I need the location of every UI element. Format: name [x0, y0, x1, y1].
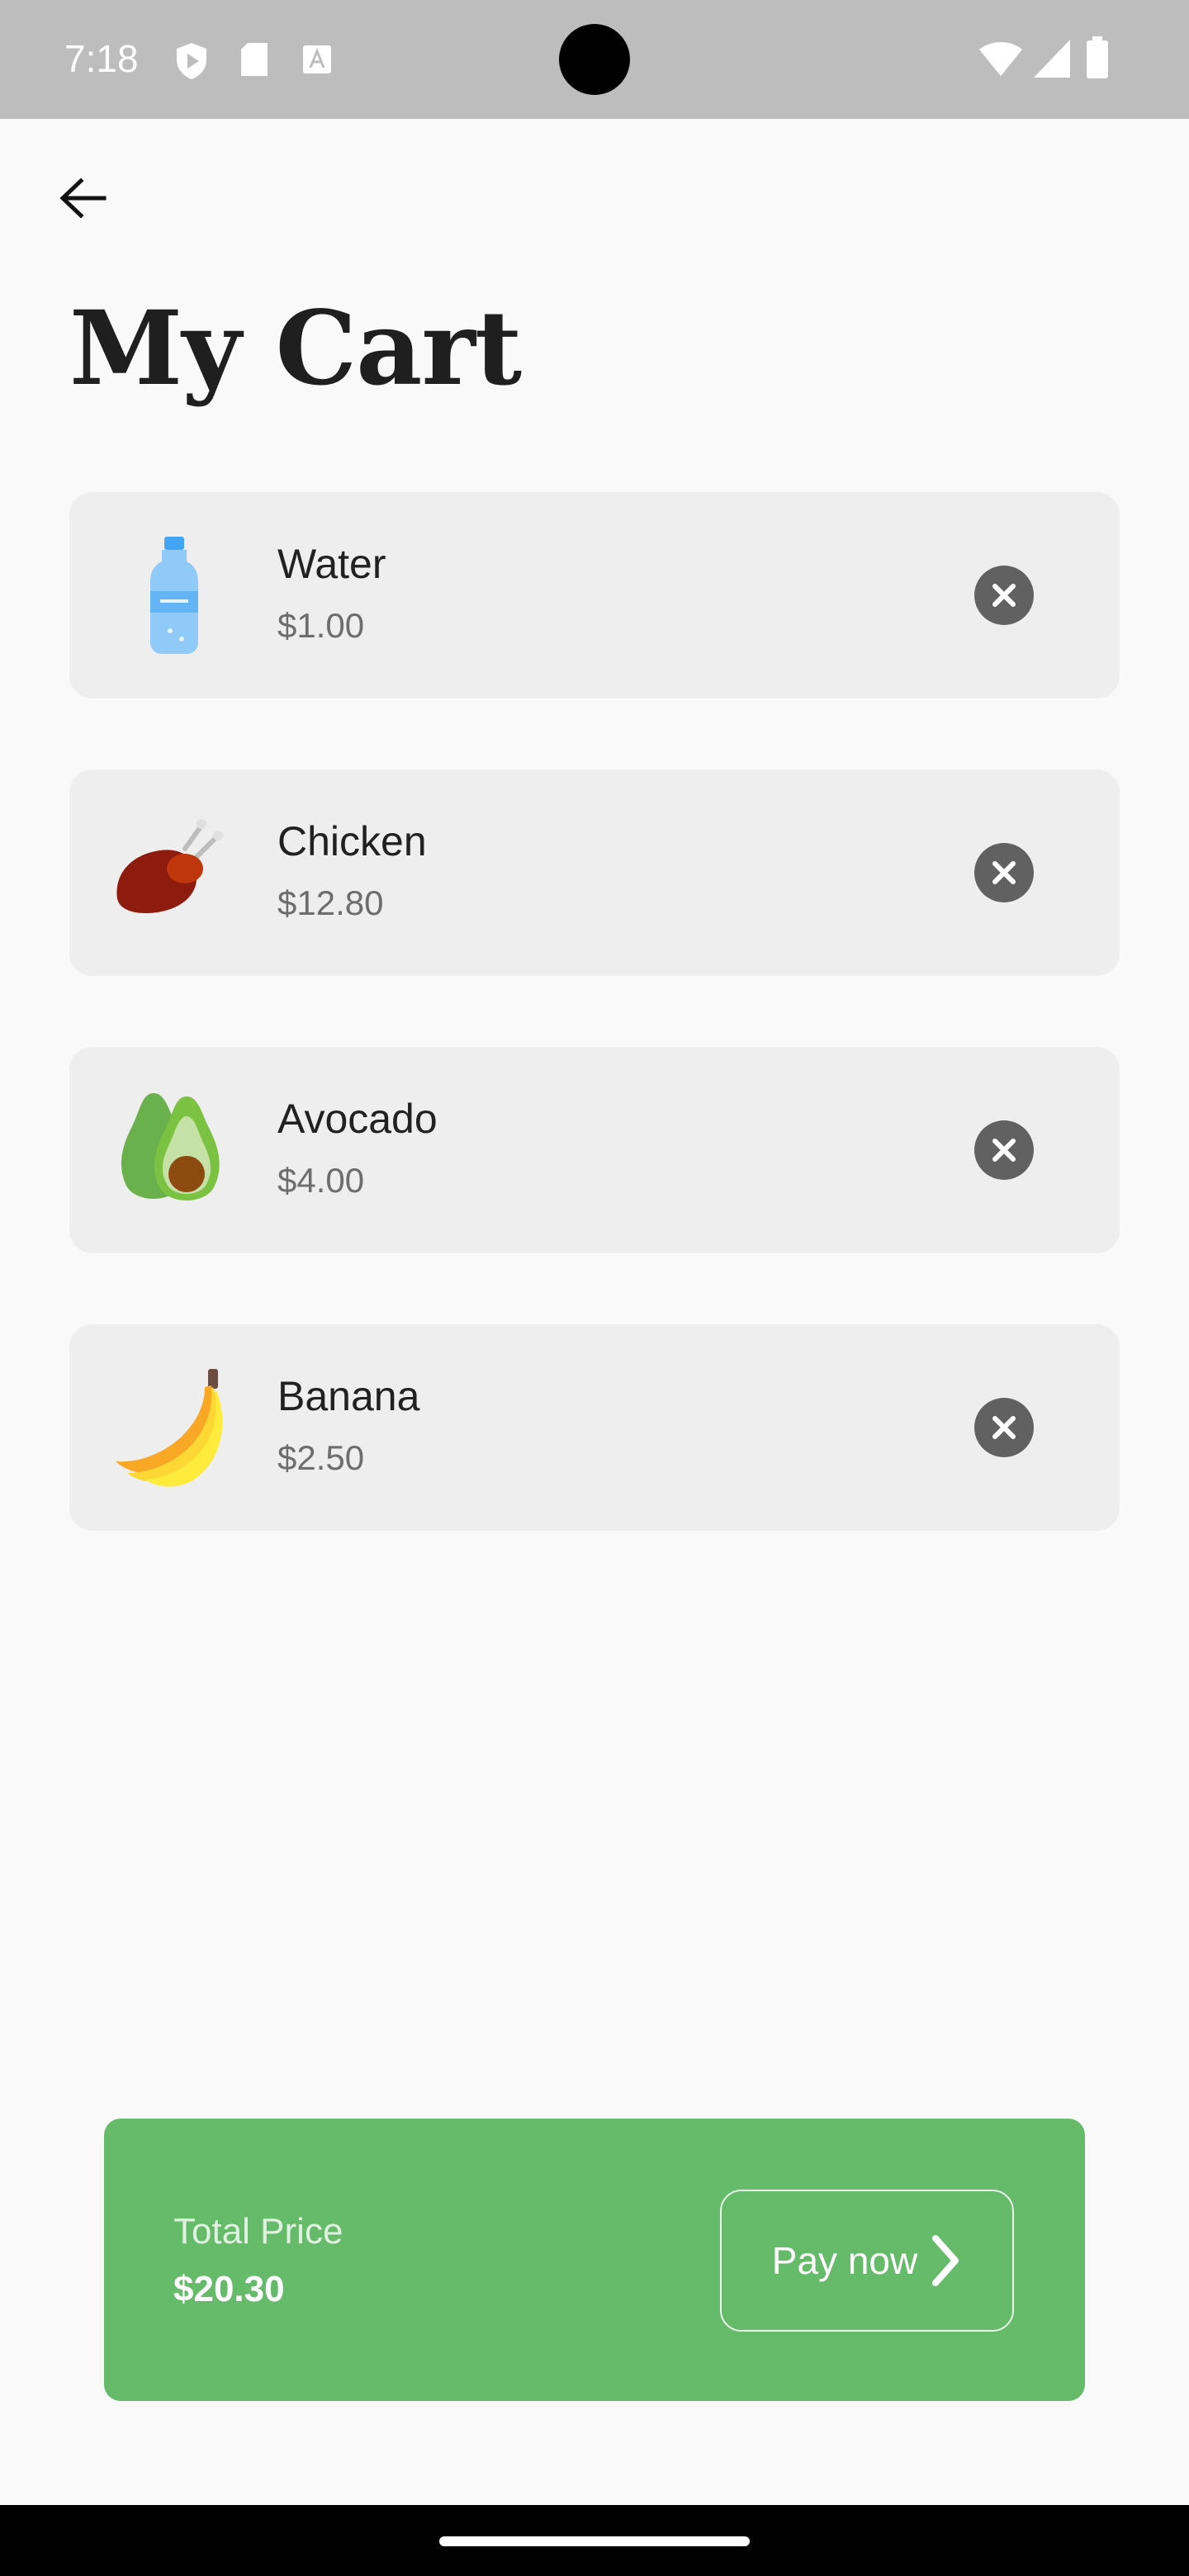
remove-item-button[interactable]: [974, 566, 1034, 625]
item-price: $4.00: [277, 1161, 365, 1200]
font-a-icon: [303, 45, 331, 73]
item-name: Banana: [277, 1373, 420, 1419]
arrow-left-icon: [59, 178, 107, 219]
status-time: 7:18: [64, 37, 139, 80]
close-icon: [992, 1416, 1016, 1439]
wifi-icon: [979, 42, 1022, 76]
item-name: Chicken: [277, 818, 427, 864]
pay-now-label: Pay now: [771, 2239, 918, 2282]
cart-item-avocado[interactable]: Avocado $4.00: [69, 1047, 1120, 1253]
back-button[interactable]: [50, 165, 116, 231]
remove-item-button[interactable]: [974, 1120, 1034, 1180]
item-name: Water: [277, 541, 386, 587]
total-price-value: $20.30: [173, 2269, 285, 2309]
cart-item-water[interactable]: Water $1.00: [69, 492, 1120, 698]
status-bar: 7:18: [0, 0, 1189, 119]
banana-icon: [116, 1369, 223, 1487]
battery-icon: [1087, 36, 1108, 78]
signal-icon: [1034, 40, 1070, 78]
remove-item-button[interactable]: [974, 843, 1034, 902]
shield-play-icon: [177, 43, 206, 79]
close-icon: [992, 1139, 1016, 1162]
remove-item-button[interactable]: [974, 1398, 1034, 1457]
water-bottle-icon: [150, 537, 198, 654]
item-price: $1.00: [277, 606, 365, 645]
close-icon: [992, 584, 1016, 607]
sd-card-icon: [241, 43, 268, 76]
pay-now-button[interactable]: Pay now: [720, 2190, 1014, 2332]
chevron-right-icon: [932, 2235, 959, 2286]
close-icon: [992, 861, 1016, 884]
page-title: My Cart: [69, 289, 522, 409]
item-price: $2.50: [277, 1438, 365, 1477]
avocado-icon: [121, 1093, 220, 1200]
cart-item-banana[interactable]: Banana $2.50: [69, 1324, 1120, 1531]
front-camera: [559, 24, 630, 95]
total-price-label: Total Price: [173, 2211, 343, 2252]
roast-chicken-icon: [116, 819, 223, 913]
navigation-bar: [0, 2505, 1189, 2576]
item-name: Avocado: [277, 1096, 438, 1142]
cart-item-chicken[interactable]: Chicken $12.80: [69, 769, 1120, 976]
home-gesture-handle[interactable]: [439, 2536, 750, 2546]
item-price: $12.80: [277, 883, 384, 922]
checkout-panel: Total Price $20.30 Pay now: [104, 2119, 1085, 2401]
